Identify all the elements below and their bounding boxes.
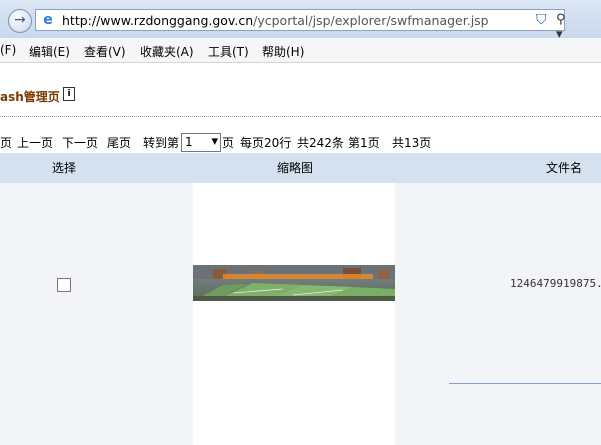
row-checkbox[interactable] (57, 278, 71, 292)
last-page-link[interactable]: 尾页 (107, 134, 131, 151)
row-divider (449, 383, 601, 384)
forward-button[interactable]: → (8, 9, 32, 33)
ie-icon: e (43, 12, 53, 28)
table-cell-select (0, 183, 193, 445)
table-header: 选择 缩略图 文件名 (0, 153, 601, 183)
per-page-text: 每页20行 (240, 136, 292, 150)
url-text[interactable]: http://www.rzdonggang.gov.cn/ycportal/js… (62, 13, 489, 28)
table-cell-thumbnail (193, 183, 395, 445)
info-icon[interactable]: i (63, 87, 75, 101)
forward-arrow-icon: → (14, 12, 26, 28)
next-page-link[interactable]: 下一页 (62, 134, 98, 151)
page-select-value: 1 (185, 135, 193, 149)
page-title: ash管理页 (0, 90, 60, 104)
table-cell-filename (395, 183, 601, 445)
first-page-link[interactable]: 页 (0, 134, 12, 151)
current-page-text: 第1页 (348, 136, 380, 150)
page-select[interactable]: 1 ▾ (181, 133, 221, 152)
menu-edit[interactable]: 编辑(E) (29, 43, 70, 60)
goto-label: 转到第 (143, 136, 180, 150)
header-select: 选择 (52, 161, 77, 175)
url-path: /ycportal/jsp/explorer/swfmanager.jsp (253, 13, 489, 28)
divider (0, 116, 601, 117)
menu-favorites[interactable]: 收藏夹(A) (140, 43, 194, 60)
menu-file[interactable]: (F) (0, 43, 16, 57)
address-bar[interactable]: e http://www.rzdonggang.gov.cn/ycportal/… (35, 9, 566, 42)
url-domain: http://www.rzdonggang.gov.cn (62, 13, 254, 28)
prev-page-link[interactable]: 上一页 (17, 134, 53, 151)
menu-bar: (F) 编辑(E) 查看(V) 收藏夹(A) 工具(T) 帮助(H) (0, 38, 601, 63)
filename-text[interactable]: 1246479919875.s (510, 277, 601, 290)
page-suffix: 页 (222, 136, 235, 150)
security-shield-icon[interactable]: ⛉ (536, 12, 552, 28)
header-filename: 文件名 (546, 161, 583, 175)
thumbnail-image[interactable] (193, 265, 395, 301)
total-text: 共242条 (297, 136, 344, 150)
total-pages-text: 共13页 (392, 136, 432, 150)
chevron-down-icon: ▾ (211, 134, 218, 149)
browser-toolbar: → e http://www.rzdonggang.gov.cn/ycporta… (0, 0, 601, 42)
header-thumbnail: 缩略图 (277, 161, 314, 175)
menu-tools[interactable]: 工具(T) (208, 43, 249, 60)
menu-help[interactable]: 帮助(H) (262, 43, 304, 60)
menu-view[interactable]: 查看(V) (84, 43, 126, 60)
